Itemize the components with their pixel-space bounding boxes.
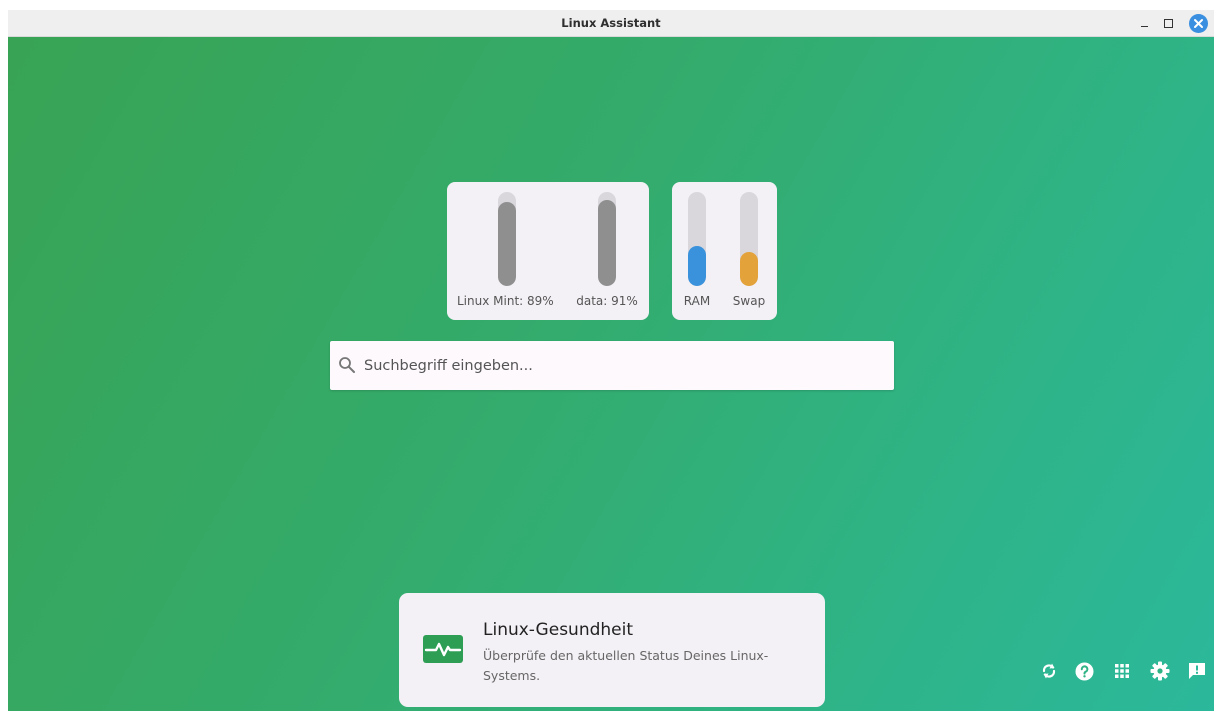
window-title: Linux Assistant — [561, 16, 661, 30]
close-button[interactable] — [1189, 14, 1208, 33]
health-card-title: Linux-Gesundheit — [483, 620, 634, 640]
linux-health-card[interactable]: Linux-Gesundheit Überprüfe den aktuellen… — [399, 593, 825, 707]
search-bar[interactable] — [330, 341, 894, 390]
ram-meter — [688, 192, 706, 286]
settings-icon — [1150, 661, 1170, 681]
disk-meter-label: Linux Mint: 89% — [457, 294, 554, 308]
disk-meter-label: data: 91% — [576, 294, 638, 308]
main-content: Linux Mint: 89% data: 91% RAM Swap Suchb… — [8, 37, 1214, 711]
feedback-button[interactable] — [1186, 660, 1208, 682]
ram-meter-fill — [688, 245, 706, 286]
minimize-button[interactable] — [1136, 13, 1152, 34]
disk-meter-linux-mint — [498, 192, 516, 286]
health-card-description: Überprüfe den aktuellen Status Deines Li… — [483, 648, 769, 683]
swap-meter-fill — [740, 252, 758, 286]
memory-usage-card: RAM Swap — [672, 182, 777, 320]
settings-button[interactable] — [1149, 660, 1171, 682]
ram-meter-label: RAM — [683, 294, 711, 308]
refresh-button[interactable] — [1038, 660, 1060, 682]
apps-grid-button[interactable] — [1111, 660, 1133, 682]
help-icon — [1075, 662, 1093, 680]
maximize-button[interactable] — [1160, 13, 1176, 34]
search-icon — [339, 357, 355, 373]
refresh-icon — [1042, 663, 1056, 679]
swap-meter-label: Swap — [732, 294, 766, 308]
disk-meter-fill — [598, 200, 616, 286]
swap-meter — [740, 192, 758, 286]
help-button[interactable] — [1073, 660, 1095, 682]
titlebar[interactable]: Linux Assistant — [8, 10, 1214, 37]
search-input[interactable] — [364, 341, 884, 390]
feedback-icon — [1189, 663, 1205, 679]
disk-meter-data — [598, 192, 616, 286]
app-window: Linux Assistant Linux Mint: 89% data: 91… — [8, 10, 1214, 711]
disk-usage-card: Linux Mint: 89% data: 91% — [447, 182, 649, 320]
disk-meter-fill — [498, 202, 516, 286]
apps-grid-icon — [1115, 664, 1129, 678]
close-icon — [1194, 19, 1203, 28]
heartbeat-icon — [423, 635, 463, 663]
